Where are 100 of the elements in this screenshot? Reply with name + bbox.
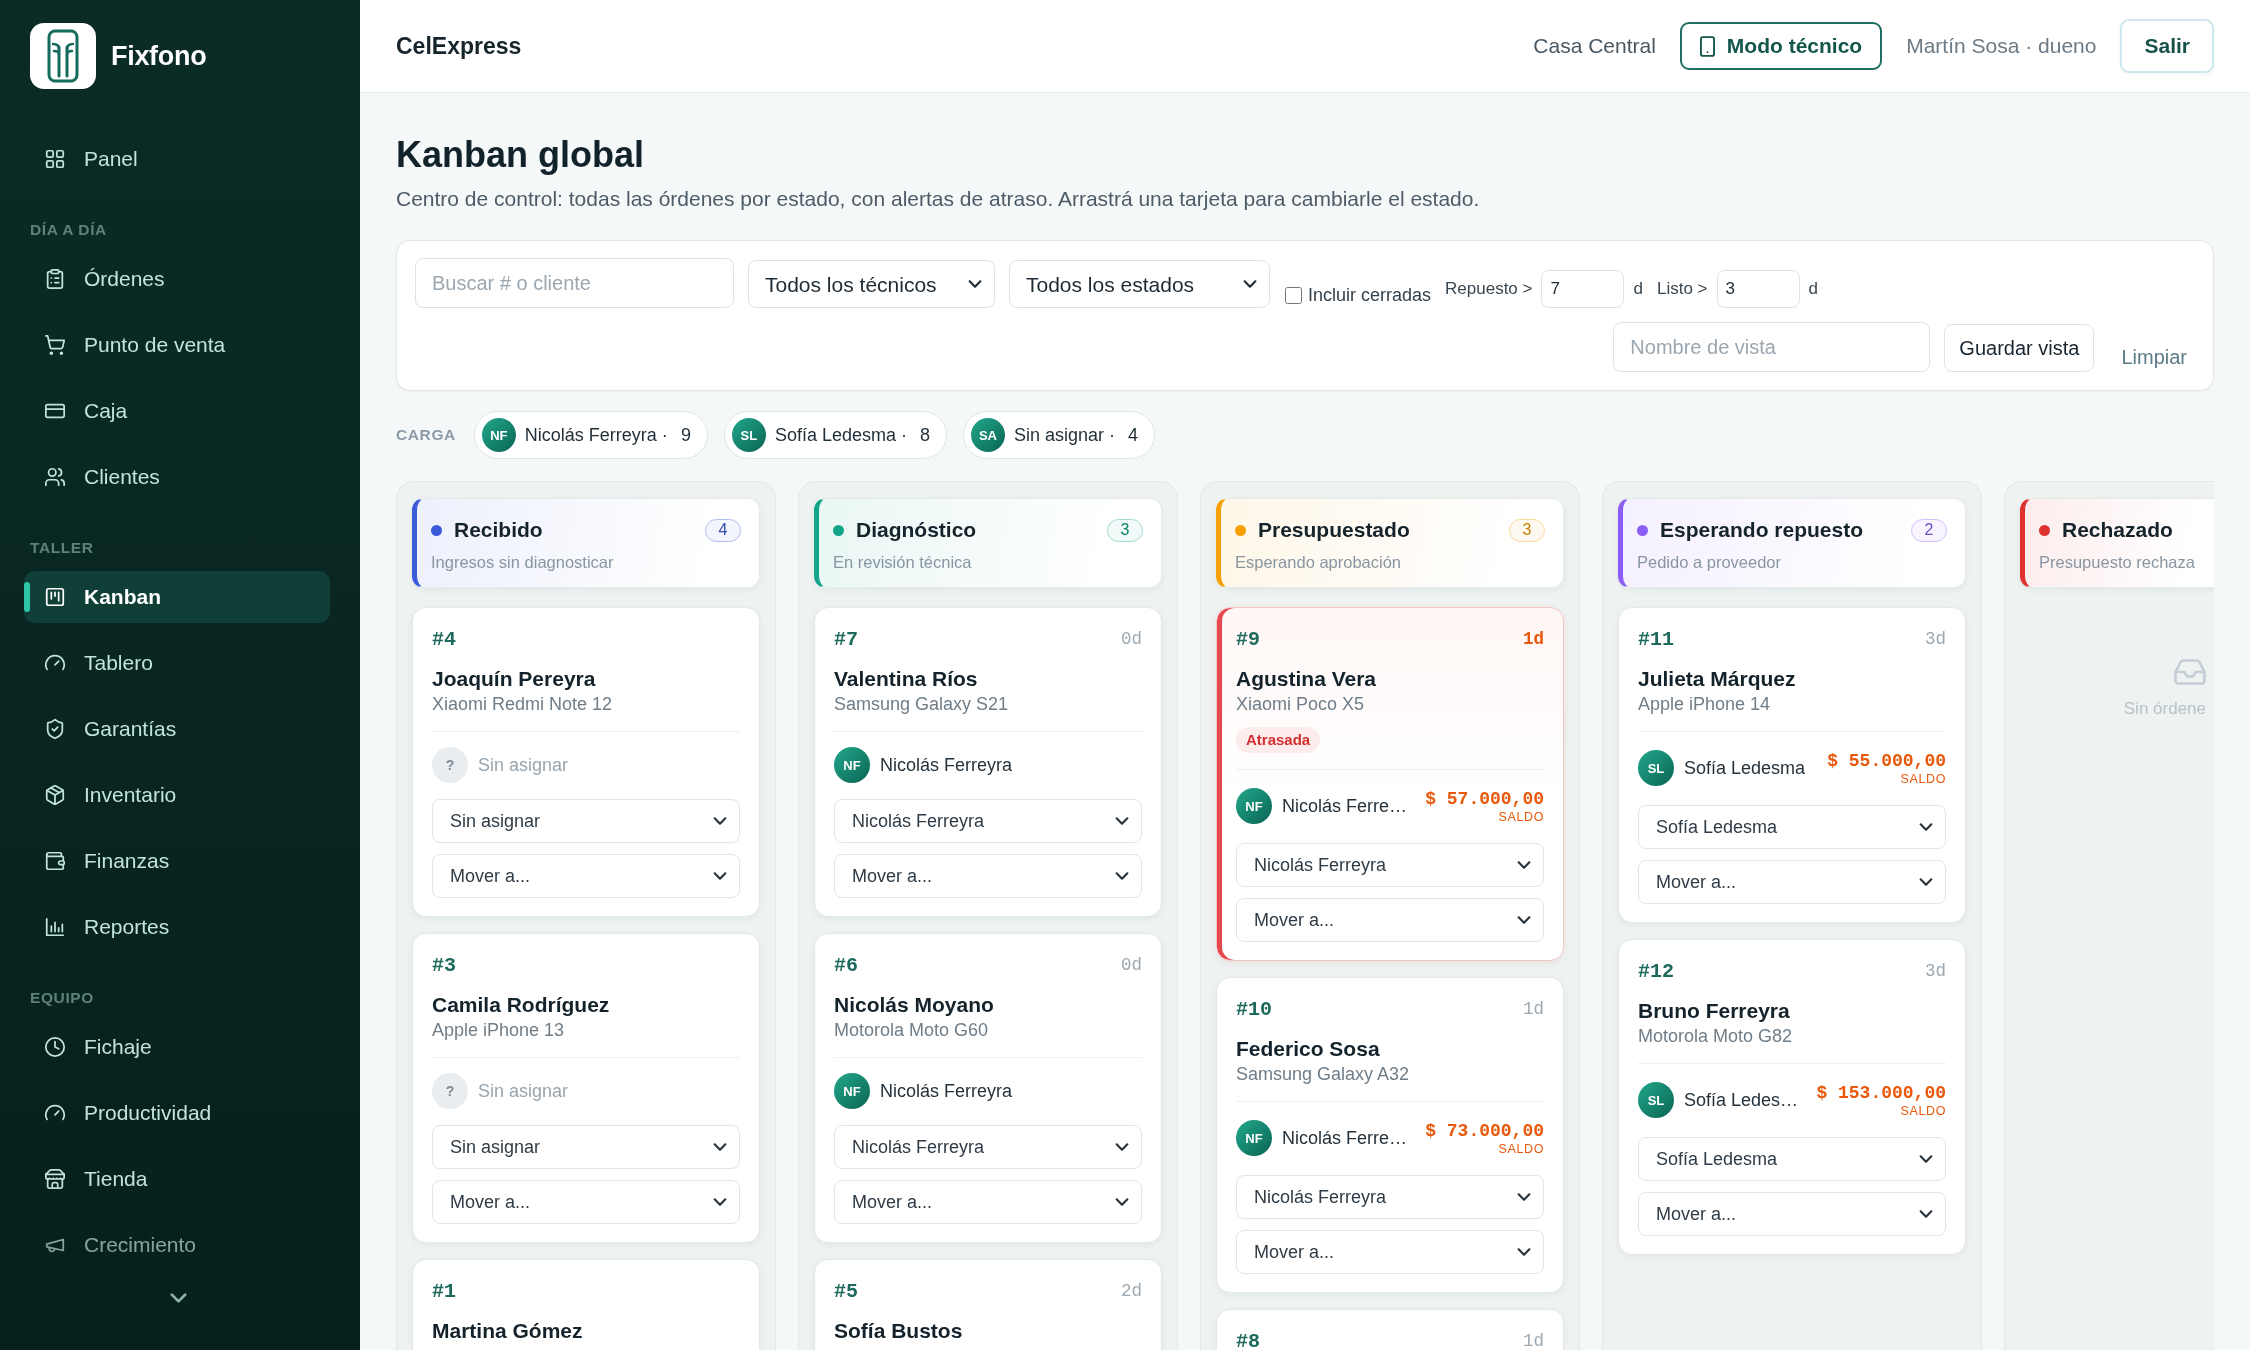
column-subtitle: En revisión técnica	[833, 552, 973, 573]
grid-icon	[44, 148, 66, 170]
chevron-down-icon	[713, 1198, 727, 1206]
order-card[interactable]: #11 3d Julieta Márquez Apple iPhone 14 SL Sofía Ledesma $ 55.000,00 SALDO Sofía Ledesma Mover a...	[1618, 607, 1966, 923]
assignee-select[interactable]: Nicolás Ferreyra	[1236, 1175, 1544, 1219]
customer-name: Joaquín Pereyra	[432, 666, 597, 692]
clear-link[interactable]: Limpiar	[2121, 346, 2187, 372]
assignee-select[interactable]: Sin asignar	[432, 1125, 740, 1169]
order-card[interactable]: #1 Martina Gómez	[412, 1259, 760, 1350]
order-card[interactable]: #5 2d Sofía Bustos	[814, 1259, 1162, 1350]
order-card[interactable]: #8 1d	[1216, 1309, 1564, 1350]
assignee-select[interactable]: Nicolás Ferreyra	[834, 799, 1142, 843]
balance-label: SALDO	[1900, 1103, 1946, 1118]
nav-item[interactable]: Fichaje	[24, 1021, 330, 1073]
save-view-button[interactable]: Guardar vista	[1944, 324, 2095, 372]
nav-item[interactable]: Tablero	[24, 637, 330, 689]
chevron-down-icon	[1517, 916, 1531, 924]
customer-name: Agustina Vera	[1236, 666, 1378, 692]
chevron-down-icon	[1919, 823, 1933, 831]
empty-message: Sin órdene	[2123, 699, 2206, 719]
technician-select[interactable]: Todos los técnicos	[748, 260, 995, 308]
workload-chip[interactable]: SA Sin asignar · 4	[963, 411, 1156, 459]
customer-name: Bruno Ferreyra	[1638, 998, 1791, 1024]
logout-button[interactable]: Salir	[2120, 19, 2214, 73]
move-select[interactable]: Mover a...	[432, 1180, 740, 1224]
days-input[interactable]: 7	[1541, 270, 1625, 308]
chevron-down-icon	[1919, 878, 1933, 886]
order-age: 0d	[1121, 955, 1142, 975]
order-card[interactable]: #6 0d Nicolás Moyano Motorola Moto G60 NF Nicolás Ferreyra Nicolás Ferreyra Mover a...	[814, 933, 1162, 1243]
chevron-down-icon	[1115, 1198, 1129, 1206]
order-number: #10	[1236, 997, 1272, 1021]
store-icon	[44, 1168, 66, 1190]
device-name: Apple iPhone 14	[1638, 693, 1772, 715]
days-input[interactable]: 3	[1716, 270, 1800, 308]
nav-item[interactable]: Garantías	[24, 703, 330, 755]
column-subtitle: Esperando aprobación	[1235, 552, 1403, 573]
nav-item[interactable]: Punto de venta	[24, 319, 330, 371]
order-number: #12	[1638, 959, 1674, 983]
workload-chip[interactable]: SL Sofía Ledesma · 8	[723, 411, 947, 459]
nav-item[interactable]: Kanban	[24, 571, 330, 623]
order-number: #3	[432, 953, 456, 977]
order-card[interactable]: #7 0d Valentina Ríos Samsung Galaxy S21 NF Nicolás Ferreyra Nicolás Ferreyra Mover a...	[814, 607, 1162, 917]
move-select[interactable]: Mover a...	[1638, 860, 1946, 904]
clock-icon	[44, 1036, 66, 1058]
nav-item[interactable]: Tienda	[24, 1153, 330, 1205]
chevron-down-icon	[1517, 1248, 1531, 1256]
smartphone-icon	[1699, 35, 1715, 57]
order-number: #8	[1236, 1329, 1260, 1350]
order-card[interactable]: #3 Camila Rodríguez Apple iPhone 13 ? Sin asignar Sin asignar Mover a...	[412, 933, 760, 1243]
status-select[interactable]: Todos los estados	[1009, 260, 1270, 308]
search-field[interactable]: Buscar # o cliente	[415, 258, 734, 308]
count-badge: 3	[1509, 518, 1545, 542]
checkbox[interactable]	[1285, 287, 1302, 304]
assignee-select[interactable]: Sofía Ledesma	[1638, 805, 1946, 849]
nav-item[interactable]: Clientes	[24, 451, 330, 503]
order-age: 0d	[1121, 629, 1142, 649]
assignee-select[interactable]: Sofía Ledesma	[1638, 1137, 1946, 1181]
move-select[interactable]: Mover a...	[432, 854, 740, 898]
move-select[interactable]: Mover a...	[834, 854, 1142, 898]
move-select[interactable]: Mover a...	[1638, 1192, 1946, 1236]
device-name: Xiaomi Redmi Note 12	[432, 693, 614, 715]
nav-item[interactable]: Finanzas	[24, 835, 330, 887]
store-name: CelExpress	[396, 32, 522, 60]
assignee-select[interactable]: Sin asignar	[432, 799, 740, 843]
order-card[interactable]: #12 3d Bruno Ferreyra Motorola Moto G82 SL Sofía Ledes… $ 153.000,00 SALDO Sofía Ledesma Mover a...	[1618, 939, 1966, 1255]
customer-name: Camila Rodríguez	[432, 992, 611, 1018]
device-name: Samsung Galaxy S21	[834, 693, 1010, 715]
order-card[interactable]: #4 Joaquín Pereyra Xiaomi Redmi Note 12 ? Sin asignar Sin asignar Mover a...	[412, 607, 760, 917]
chevron-down-icon[interactable]	[170, 1293, 187, 1303]
nav-item[interactable]: Crecimiento	[24, 1219, 330, 1271]
chevron-down-icon	[713, 1143, 727, 1151]
nav-item[interactable]: Panel	[24, 133, 330, 185]
chevron-down-icon	[968, 280, 982, 288]
workload-chip[interactable]: NF Nicolás Ferreyra · 9	[473, 411, 708, 459]
balance-amount: $ 153.000,00	[1816, 1082, 1946, 1104]
bar-chart-icon	[44, 916, 66, 938]
nav-item[interactable]: Inventario	[24, 769, 330, 821]
nav-item[interactable]: Productividad	[24, 1087, 330, 1139]
order-card[interactable]: #10 1d Federico Sosa Samsung Galaxy A32 NF Nicolás Ferre… $ 73.000,00 SALDO Nicolás Ferreyra Mover a...	[1216, 977, 1564, 1293]
order-card[interactable]: #9 1d Agustina Vera Xiaomi Poco X5 Atrasada NF Nicolás Ferre… $ 57.000,00 SALDO Nicolás Ferreyra Mover a...	[1216, 607, 1564, 961]
nav-item[interactable]: Órdenes	[24, 253, 330, 305]
assignee-select[interactable]: Nicolás Ferreyra	[834, 1125, 1142, 1169]
technician-mode-button[interactable]: Modo técnico	[1679, 22, 1883, 70]
assignee-name: Nicolás Ferreyra	[880, 754, 1013, 776]
balance-label: SALDO	[1498, 1141, 1544, 1156]
unassigned-avatar: ?	[432, 747, 468, 783]
user-avatar: SL	[731, 418, 766, 452]
order-number: #7	[834, 627, 858, 651]
move-select[interactable]: Mover a...	[1236, 898, 1544, 942]
column-subtitle: Ingresos sin diagnosticar	[431, 552, 615, 573]
move-select[interactable]: Mover a...	[834, 1180, 1142, 1224]
move-select[interactable]: Mover a...	[1236, 1230, 1544, 1274]
device-name: Samsung Galaxy A32	[1236, 1063, 1411, 1085]
view-name-field[interactable]: Nombre de vista	[1613, 322, 1931, 372]
clipboard-icon	[44, 268, 66, 290]
nav-item[interactable]: Reportes	[24, 901, 330, 953]
assignee-select[interactable]: Nicolás Ferreyra	[1236, 843, 1544, 887]
nav-item[interactable]: Caja	[24, 385, 330, 437]
device-name: Motorola Moto G82	[1638, 1025, 1794, 1047]
customer-name: Federico Sosa	[1236, 1036, 1381, 1062]
